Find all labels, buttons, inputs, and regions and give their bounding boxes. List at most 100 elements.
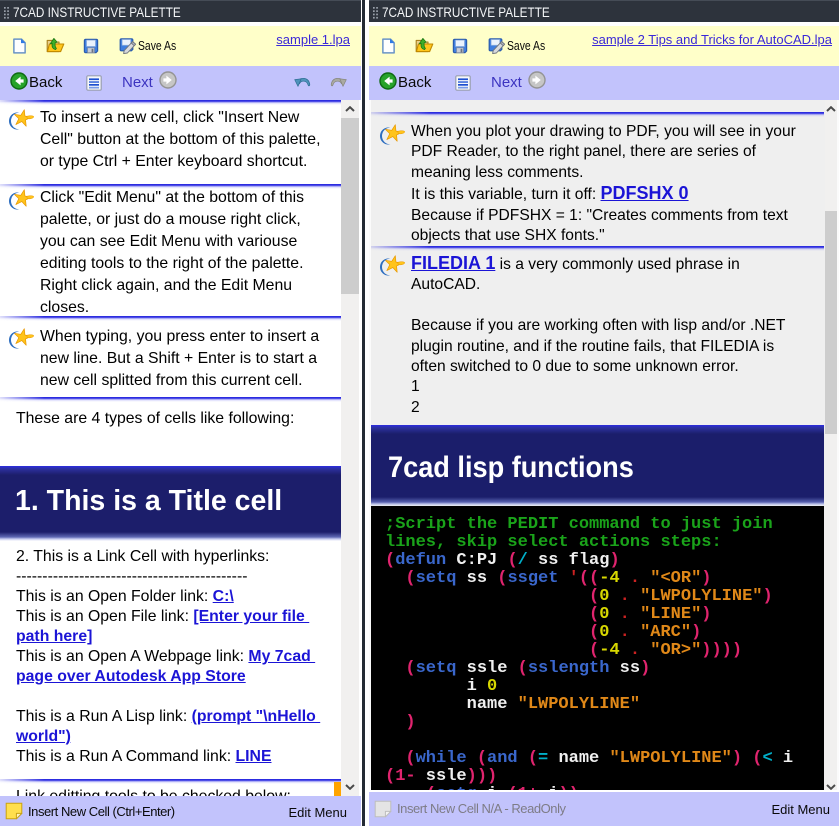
cell-hyperlink[interactable]: LINE: [236, 748, 272, 765]
cell-text-line: Right click again, and the Edit Menu: [40, 276, 293, 294]
code-line: lines, skip select actions steps:: [385, 533, 722, 552]
cell-text-line: editing tools to the right of the palett…: [40, 254, 304, 272]
code-cell[interactable]: ;Script the PEDIT command to just join li…: [371, 506, 824, 790]
save-as-icon[interactable]: [488, 37, 506, 54]
left-palette-title: 7CAD INSTRUCTIVE PALETTE: [13, 4, 181, 20]
save-as-label[interactable]: Save As: [507, 38, 545, 53]
partial-cell[interactable]: Link editting tools to be checked below:: [0, 779, 341, 796]
cell-text-line: When typing, you press enter to insert a: [40, 327, 320, 345]
left-cells-area: To insert a new cell, click "Insert New C…: [0, 100, 361, 796]
save-as-label[interactable]: Save As: [138, 38, 176, 53]
new-file-icon[interactable]: [12, 38, 27, 54]
insert-cell-icon[interactable]: [5, 802, 23, 820]
code-line: (0 . "LWPOLYLINE"): [589, 587, 773, 606]
scroll-up-icon[interactable]: [826, 106, 836, 112]
save-icon[interactable]: [452, 38, 468, 54]
cell-separator: [0, 316, 341, 321]
note-cell[interactable]: To insert a new cell, click "Insert New C…: [0, 100, 341, 184]
cell-hyperlink[interactable]: [Enter your file: [193, 608, 309, 625]
title-cell[interactable]: 1. This is a Title cell: [0, 466, 341, 541]
code-line: (while (and (= name "LWPOLYLINE") (< i: [405, 749, 794, 768]
cell-hyperlink[interactable]: FILEDIA 1: [411, 253, 495, 273]
cell-text-line: FILEDIA 1 is a very commonly used phrase…: [411, 253, 740, 273]
cell-hyperlink[interactable]: path here]: [16, 628, 92, 645]
link-cell[interactable]: 2. This is a Link Cell with hyperlinks: -…: [0, 541, 341, 779]
left-scrollbar-thumb[interactable]: [341, 118, 359, 294]
note-cell[interactable]: FILEDIA 1 is a very commonly used phrase…: [371, 246, 824, 425]
scroll-up-icon[interactable]: [345, 106, 355, 112]
cell-hyperlink[interactable]: My 7cad: [248, 648, 315, 665]
right-scrollbar-thumb[interactable]: [825, 211, 837, 434]
insert-cell-disabled-icon: [374, 800, 392, 818]
cell-text-line: or type Ctrl + Enter keyboard shortcut.: [40, 152, 308, 170]
code-line: i 0: [385, 677, 498, 696]
cell-text-line: When you plot your drawing to PDF, you w…: [411, 123, 796, 140]
code-line: (0 . "ARC"): [589, 623, 702, 642]
back-icon[interactable]: [379, 72, 397, 90]
cell-text-line: ----------------------------------------…: [16, 568, 248, 585]
open-file-icon[interactable]: [46, 37, 65, 54]
left-scrollbar[interactable]: [341, 100, 359, 796]
left-bottombar: Insert New Cell (Ctrl+Enter) Edit Menu: [0, 796, 361, 826]
next-button-label[interactable]: Next: [122, 74, 153, 91]
note-cell[interactable]: Click "Edit Menu" at the bottom of this p…: [0, 184, 341, 316]
cell-text-line: world"): [0, 727, 341, 747]
save-as-icon[interactable]: [119, 37, 137, 54]
cell-text-line: 1: [411, 378, 420, 396]
new-file-icon[interactable]: [381, 38, 396, 54]
cell-text-line: objects that use SHX fonts.": [411, 227, 605, 245]
grip-handle-icon[interactable]: [3, 6, 10, 20]
cell-list-icon[interactable]: [455, 75, 471, 91]
open-file-icon[interactable]: [415, 37, 434, 54]
scroll-down-icon[interactable]: [826, 784, 836, 790]
next-icon[interactable]: [528, 71, 546, 89]
code-line: name "LWPOLYLINE": [385, 695, 641, 714]
edit-menu-button[interactable]: Edit Menu: [288, 805, 347, 820]
insert-new-cell-button[interactable]: Insert New Cell (Ctrl+Enter): [28, 804, 175, 819]
note-cell[interactable]: When you plot your drawing to PDF, you w…: [371, 112, 824, 246]
title-cell-text: 7cad lisp functions: [388, 451, 634, 484]
cell-list-icon[interactable]: [86, 75, 102, 91]
cell-hyperlink[interactable]: C:\: [213, 588, 234, 605]
cell-text-line: [371, 296, 824, 316]
back-icon[interactable]: [10, 72, 28, 90]
cell-separator: [371, 246, 824, 251]
cell-text-line: 2: [411, 398, 420, 416]
cell-text-line: meaning less comments.: [411, 163, 584, 181]
cell-text-line: page over Autodesk App Store: [0, 667, 341, 687]
right-palette-titlebar[interactable]: 7CAD INSTRUCTIVE PALETTE: [369, 0, 839, 22]
scroll-down-icon[interactable]: [345, 784, 355, 790]
code-line: (setq i (1+ i)): [385, 786, 793, 791]
cell-text-line: path here]: [0, 627, 341, 647]
redo-icon[interactable]: [329, 76, 347, 88]
cell-hyperlink[interactable]: PDFSHX 0: [601, 183, 689, 203]
left-toolbar: Save As sample 1.lpa: [0, 26, 361, 66]
next-button-label[interactable]: Next: [491, 74, 522, 91]
cell-hyperlink[interactable]: (prompt "\nHello: [192, 708, 321, 725]
left-palette-titlebar[interactable]: 7CAD INSTRUCTIVE PALETTE: [0, 0, 361, 22]
cell-text-line: To insert a new cell, click "Insert New: [40, 108, 300, 126]
cell-text-line: These are 4 types of cells like followin…: [16, 409, 295, 427]
note-cell[interactable]: These are 4 types of cells like followin…: [0, 397, 341, 466]
edit-menu-button[interactable]: Edit Menu: [771, 802, 830, 817]
cell-hyperlink[interactable]: world"): [16, 728, 71, 745]
cell-text-line: palette, or just do a mouse right click,: [40, 210, 301, 228]
title-cell[interactable]: 7cad lisp functions: [371, 425, 824, 506]
save-icon[interactable]: [83, 38, 99, 54]
back-button-label[interactable]: Back: [398, 74, 431, 91]
current-file-link[interactable]: sample 2 Tips and Tricks for AutoCAD.lpa: [592, 32, 832, 47]
undo-icon[interactable]: [294, 76, 312, 88]
right-scrollbar[interactable]: [825, 100, 837, 790]
cell-hyperlink[interactable]: page over Autodesk App Store: [16, 668, 246, 685]
note-cell[interactable]: When typing, you press enter to insert a…: [0, 316, 341, 397]
code-line: ): [405, 713, 416, 732]
grip-handle-icon[interactable]: [372, 6, 379, 20]
title-cell-text: 1. This is a Title cell: [15, 485, 283, 517]
next-icon[interactable]: [159, 71, 177, 89]
back-button-label[interactable]: Back: [29, 74, 62, 91]
cell-text-line: often switched to 0 due to some unknown …: [411, 358, 739, 376]
right-palette-title: 7CAD INSTRUCTIVE PALETTE: [382, 4, 550, 20]
current-file-link[interactable]: sample 1.lpa: [276, 32, 350, 47]
cell-text-line: PDF Reader, to the right panel, there ar…: [411, 143, 756, 161]
